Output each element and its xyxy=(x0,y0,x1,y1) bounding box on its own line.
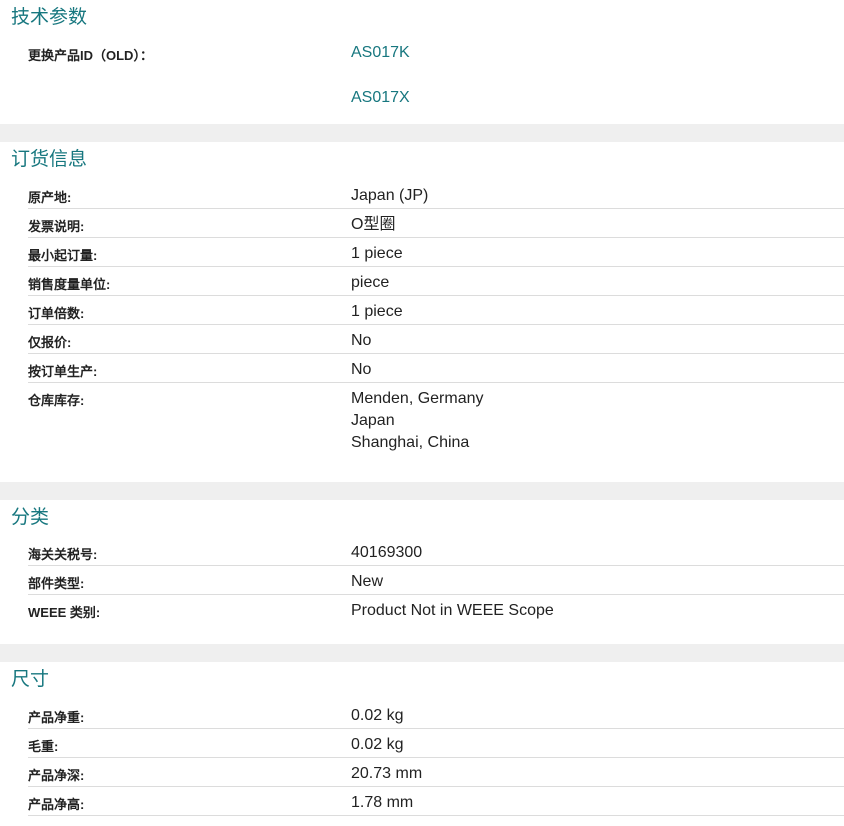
table-row: 订单倍数: 1 piece xyxy=(28,296,844,325)
table-row: 最小起订量: 1 piece xyxy=(28,238,844,267)
table-row: 产品净重: 0.02 kg xyxy=(28,700,844,729)
row-label: 部件类型: xyxy=(28,576,85,591)
replacement-label: 更换产品ID（OLD）： xyxy=(28,48,153,63)
stock-label: 仓库库存: xyxy=(28,393,85,408)
row-value: Product Not in WEEE Scope xyxy=(351,602,554,619)
ordering-section: 订货信息 原产地: Japan (JP) 发票说明: O型圈 最小起订量: 1 … xyxy=(0,142,844,482)
row-value: 0.02 kg xyxy=(351,707,404,724)
replacement-links: AS017K AS017X xyxy=(351,33,410,109)
stock-row: 仓库库存: Menden, Germany Japan Shanghai, Ch… xyxy=(28,383,844,454)
tech-params-rows: 更换产品ID（OLD）： AS017K AS017X xyxy=(0,33,844,123)
replacement-link-as017x[interactable]: AS017X xyxy=(351,87,410,109)
table-row: 部件类型: New xyxy=(28,566,844,595)
tech-params-section: 技术参数 更换产品ID（OLD）： AS017K AS017X xyxy=(0,0,844,124)
ordering-title: 订货信息 xyxy=(11,149,88,170)
row-label: 海关关税号: xyxy=(28,547,98,562)
row-value: Japan (JP) xyxy=(351,187,429,204)
dimensions-title: 尺寸 xyxy=(11,669,50,690)
ordering-rows: 原产地: Japan (JP) 发票说明: O型圈 最小起订量: 1 piece… xyxy=(0,175,844,454)
section-divider xyxy=(0,482,844,500)
row-label: 按订单生产: xyxy=(28,364,98,379)
row-label: 原产地: xyxy=(28,190,72,205)
section-divider xyxy=(0,644,844,662)
classification-rows: 海关关税号: 40169300 部件类型: New WEEE 类别: Produ… xyxy=(0,533,844,624)
table-row: 发票说明: O型圈 xyxy=(28,209,844,238)
row-value: No xyxy=(351,332,372,349)
table-row: 毛重: 0.02 kg xyxy=(28,729,844,758)
row-label: 产品净重: xyxy=(28,710,85,725)
row-value: piece xyxy=(351,274,390,291)
row-label: 最小起订量: xyxy=(28,248,98,263)
row-label: 产品净高: xyxy=(28,797,85,812)
row-value: 1 piece xyxy=(351,303,403,320)
stock-location: Shanghai, China xyxy=(351,434,470,451)
table-row: 产品净高: 1.78 mm xyxy=(28,787,844,816)
row-value: 1 piece xyxy=(351,245,403,262)
table-row: 原产地: Japan (JP) xyxy=(28,180,844,209)
replacement-row: 更换产品ID（OLD）： AS017K AS017X xyxy=(28,33,844,123)
row-label: WEEE 类别: xyxy=(28,605,101,620)
row-value: O型圈 xyxy=(351,216,396,233)
row-value: No xyxy=(351,361,372,378)
row-label: 发票说明: xyxy=(28,219,85,234)
row-label: 订单倍数: xyxy=(28,306,85,321)
table-row: WEEE 类别: Product Not in WEEE Scope xyxy=(28,595,844,624)
stock-locations: Menden, Germany Japan Shanghai, China xyxy=(351,383,484,454)
table-row: 海关关税号: 40169300 xyxy=(28,537,844,566)
tech-params-title: 技术参数 xyxy=(11,7,88,28)
classification-title: 分类 xyxy=(11,507,50,528)
row-value: 1.78 mm xyxy=(351,794,414,811)
stock-location: Menden, Germany xyxy=(351,390,484,407)
stock-location: Japan xyxy=(351,412,395,429)
row-value: 0.02 kg xyxy=(351,736,404,753)
dimensions-section: 尺寸 产品净重: 0.02 kg 毛重: 0.02 kg 产品净深: 20.73… xyxy=(0,662,844,826)
section-divider xyxy=(0,124,844,142)
row-label: 毛重: xyxy=(28,739,59,754)
dimensions-rows: 产品净重: 0.02 kg 毛重: 0.02 kg 产品净深: 20.73 mm… xyxy=(0,695,844,816)
classification-section: 分类 海关关税号: 40169300 部件类型: New WEEE 类别: Pr… xyxy=(0,500,844,644)
row-value: 40169300 xyxy=(351,544,423,561)
table-row: 仅报价: No xyxy=(28,325,844,354)
table-row: 产品净深: 20.73 mm xyxy=(28,758,844,787)
row-label: 销售度量单位: xyxy=(28,277,111,292)
row-value: 20.73 mm xyxy=(351,765,423,782)
replacement-link-as017k[interactable]: AS017K xyxy=(351,42,410,87)
row-label: 产品净深: xyxy=(28,768,85,783)
table-row: 按订单生产: No xyxy=(28,354,844,383)
table-row: 销售度量单位: piece xyxy=(28,267,844,296)
row-value: New xyxy=(351,573,384,590)
row-label: 仅报价: xyxy=(28,335,72,350)
